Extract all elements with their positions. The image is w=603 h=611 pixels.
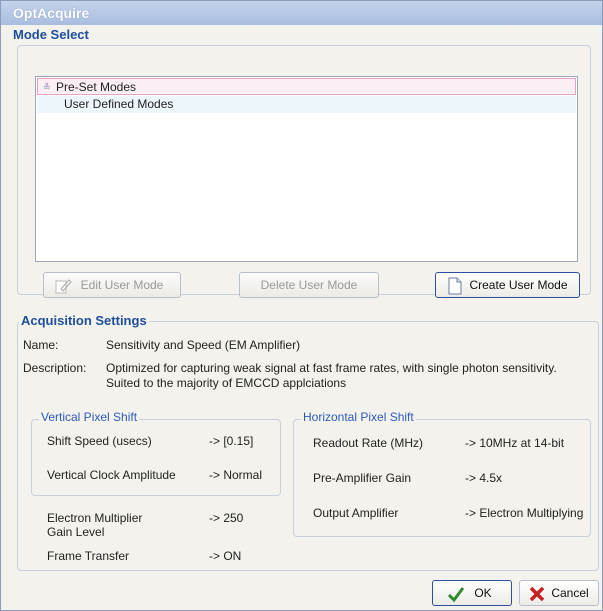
create-user-mode-label: Create User Mode — [469, 278, 568, 292]
list-item-user-defined-modes[interactable]: User Defined Modes — [37, 96, 576, 113]
edit-user-mode-label: Edit User Mode — [80, 278, 164, 292]
name-label: Name: — [23, 338, 59, 352]
em-gain-value: -> 250 — [209, 511, 244, 525]
pre-amplifier-gain-label: Pre-Amplifier Gain — [313, 471, 412, 485]
vertical-clock-amplitude-value: -> Normal — [209, 468, 263, 482]
frame-transfer-value: -> ON — [209, 549, 242, 563]
description-line-1: Optimized for capturing weak signal at f… — [106, 361, 557, 375]
list-item-label: Pre-Set Modes — [56, 80, 137, 94]
vertical-pixel-shift-header: Vertical Pixel Shift — [39, 410, 140, 424]
cancel-button[interactable]: Cancel — [519, 580, 599, 606]
frame-transfer-label: Frame Transfer — [47, 549, 130, 563]
vertical-pixel-shift-group — [31, 419, 281, 496]
title-bar[interactable]: OptAcquire — [1, 1, 602, 25]
readout-rate-label: Readout Rate (MHz) — [313, 436, 424, 450]
horizontal-pixel-shift-header: Horizontal Pixel Shift — [301, 410, 416, 424]
optacquire-window: OptAcquire Mode Select ≚ Pre-Set Modes U… — [0, 0, 603, 611]
output-amplifier-label: Output Amplifier — [313, 506, 399, 520]
checkmark-icon — [447, 587, 465, 603]
cancel-x-icon — [529, 586, 545, 602]
expand-icon[interactable]: ≚ — [43, 81, 53, 93]
description-line-2: Suited to the majority of EMCCD applciat… — [106, 376, 347, 390]
output-amplifier-value: -> Electron Multiplying — [465, 506, 584, 520]
description-label: Description: — [23, 361, 87, 375]
mode-list[interactable]: ≚ Pre-Set Modes User Defined Modes — [35, 76, 578, 262]
window-title: OptAcquire — [13, 5, 90, 21]
list-item-preset-modes[interactable]: ≚ Pre-Set Modes — [37, 78, 576, 95]
delete-user-mode-button[interactable]: Delete User Mode — [239, 272, 379, 298]
em-gain-label-line-2: Gain Level — [47, 525, 105, 539]
pre-amplifier-gain-value: -> 4.5x — [465, 471, 503, 485]
em-gain-label-line-1: Electron Multiplier — [47, 511, 143, 525]
mode-select-header: Mode Select — [13, 27, 89, 42]
ok-button[interactable]: OK — [432, 580, 512, 606]
new-document-icon — [448, 277, 462, 295]
edit-icon — [55, 279, 72, 294]
list-item-label: User Defined Modes — [64, 97, 174, 111]
delete-user-mode-label: Delete User Mode — [260, 278, 358, 292]
shift-speed-value: -> [0.15] — [209, 434, 254, 448]
create-user-mode-button[interactable]: Create User Mode — [435, 272, 580, 298]
name-value: Sensitivity and Speed (EM Amplifier) — [106, 338, 301, 352]
vertical-clock-amplitude-label: Vertical Clock Amplitude — [47, 468, 176, 482]
edit-user-mode-button[interactable]: Edit User Mode — [43, 272, 181, 298]
shift-speed-label: Shift Speed (usecs) — [47, 434, 152, 448]
acquisition-settings-header: Acquisition Settings — [19, 313, 149, 328]
readout-rate-value: -> 10MHz at 14-bit — [465, 436, 565, 450]
